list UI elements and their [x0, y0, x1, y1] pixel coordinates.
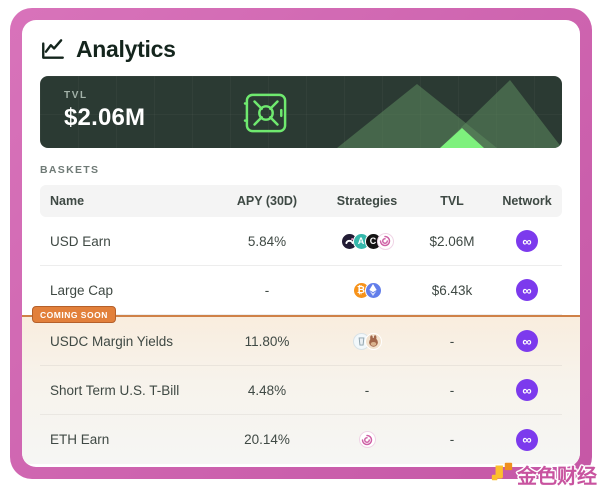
network-icon[interactable]: ∞: [516, 379, 538, 401]
jinse-logo-icon: [490, 460, 514, 489]
watermark-text: 金色财经: [517, 460, 597, 489]
basket-tvl: $6.43k: [412, 283, 492, 298]
tvl-value: $2.06M: [64, 104, 145, 132]
network-icon[interactable]: ∞: [516, 429, 538, 451]
basket-name: USDC Margin Yields: [40, 334, 212, 349]
basket-strategies-empty: -: [322, 383, 412, 398]
table-row-eth-earn[interactable]: ETH Earn 20.14% - ∞: [40, 415, 562, 464]
col-header-apy: APY (30D): [212, 194, 322, 208]
app-header: Analytics: [40, 32, 562, 66]
table-row-short-term-tbill[interactable]: Short Term U.S. T-Bill 4.48% - - ∞: [40, 366, 562, 415]
basket-apy: 5.84%: [212, 234, 322, 249]
vault-icon: [243, 92, 289, 139]
strategies-icons: A C: [322, 233, 412, 250]
table-row-large-cap[interactable]: Large Cap - ₿ $6.43k ∞: [40, 266, 562, 315]
basket-apy: 20.14%: [212, 432, 322, 447]
pink-swirl-token-icon: [377, 233, 394, 250]
col-header-strategies: Strategies: [322, 194, 412, 208]
basket-apy: 4.48%: [212, 383, 322, 398]
coming-soon-badge: COMING SOON: [32, 306, 116, 323]
analytics-card: Analytics TVL $2.06M BASKETS: [22, 20, 580, 467]
jinse-watermark: 金色财经: [490, 460, 597, 489]
table-header-row: Name APY (30D) Strategies TVL Network: [40, 185, 562, 217]
strategies-icons: [322, 431, 412, 448]
bunny-token-icon: [365, 333, 382, 350]
col-header-network: Network: [492, 194, 562, 208]
basket-name: USD Earn: [40, 234, 212, 249]
page-frame: Analytics TVL $2.06M BASKETS: [10, 8, 592, 479]
basket-name: Short Term U.S. T-Bill: [40, 383, 212, 398]
baskets-section-label: BASKETS: [40, 164, 562, 176]
basket-name: ETH Earn: [40, 432, 212, 447]
basket-tvl: -: [412, 334, 492, 349]
tvl-banner: TVL $2.06M: [40, 76, 562, 148]
ethereum-token-icon: [365, 282, 382, 299]
network-icon[interactable]: ∞: [516, 230, 538, 252]
table-row-usd-earn[interactable]: USD Earn 5.84% A C $2.06M ∞: [40, 217, 562, 266]
strategies-icons: [322, 333, 412, 350]
banner-mountains: [262, 76, 562, 148]
coming-soon-section: COMING SOON USDC Margin Yields 11.80% -: [22, 315, 580, 464]
basket-name: Large Cap: [40, 283, 212, 298]
basket-tvl: -: [412, 383, 492, 398]
tvl-label: TVL: [64, 90, 88, 101]
line-chart-icon: [40, 36, 66, 62]
basket-apy: -: [212, 283, 322, 298]
basket-tvl: $2.06M: [412, 234, 492, 249]
basket-apy: 11.80%: [212, 334, 322, 349]
basket-tvl: -: [412, 432, 492, 447]
col-header-name: Name: [40, 194, 212, 208]
pink-swirl-token-icon: [359, 431, 376, 448]
table-row-usdc-margin-yields[interactable]: USDC Margin Yields 11.80% - ∞: [40, 317, 562, 366]
baskets-table: Name APY (30D) Strategies TVL Network US…: [40, 185, 562, 464]
col-header-tvl: TVL: [412, 194, 492, 208]
network-icon[interactable]: ∞: [516, 330, 538, 352]
page-title: Analytics: [76, 36, 176, 63]
network-icon[interactable]: ∞: [516, 279, 538, 301]
strategies-icons: ₿: [322, 282, 412, 299]
